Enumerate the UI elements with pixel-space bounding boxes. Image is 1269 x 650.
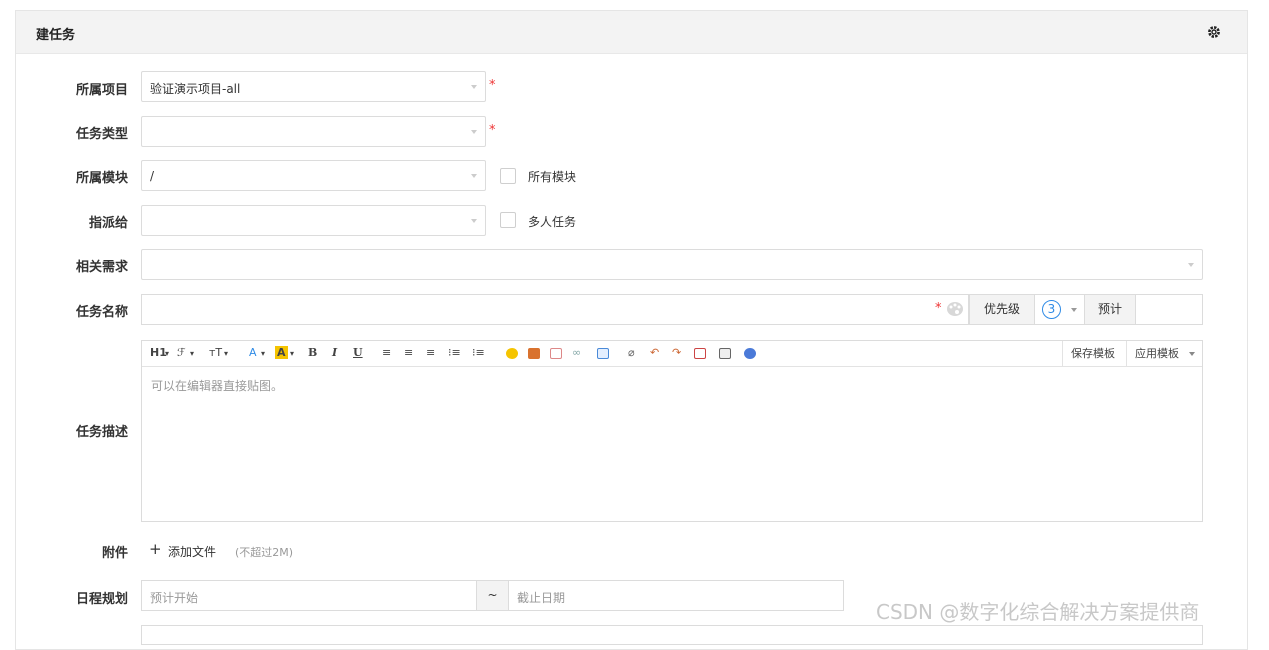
chevron-down-icon: ▾ xyxy=(224,349,229,358)
project-label: 所属项目 xyxy=(75,83,128,98)
watermark: CSDN @数字化综合解决方案提供商 xyxy=(876,600,1200,624)
chevron-down-icon xyxy=(471,85,477,89)
color-palette-icon[interactable] xyxy=(946,301,964,317)
all-modules-label: 所有模块 xyxy=(528,170,577,184)
chevron-down-icon: ▾ xyxy=(190,349,195,358)
project-select[interactable]: 验证演示项目-all xyxy=(141,71,486,102)
chevron-down-icon xyxy=(471,174,477,178)
plus-icon[interactable]: + xyxy=(149,540,162,558)
table-icon[interactable] xyxy=(597,348,609,359)
bold-button[interactable]: B xyxy=(308,346,317,359)
underline-button[interactable]: U xyxy=(353,346,363,359)
date-separator: ~ xyxy=(476,580,509,611)
create-task-panel: 建任务 所属项目 验证演示项目-all * 任务类型 * 所属模块 / 所有模块… xyxy=(15,10,1248,650)
start-date-placeholder: 预计开始 xyxy=(150,591,199,605)
save-template-button[interactable]: 保存模板 xyxy=(1062,341,1123,367)
gear-icon[interactable] xyxy=(1207,25,1221,39)
start-date-input[interactable]: 预计开始 xyxy=(141,580,477,611)
ordered-list-icon[interactable]: ⁝≡ xyxy=(448,346,461,359)
story-label: 相关需求 xyxy=(75,260,128,275)
image-icon[interactable] xyxy=(528,348,540,359)
panel-header: 建任务 xyxy=(16,11,1247,54)
story-select[interactable] xyxy=(141,249,1203,280)
module-select[interactable]: / xyxy=(141,160,486,191)
emoji-icon[interactable] xyxy=(506,348,518,359)
chevron-down-icon: ▾ xyxy=(165,349,170,358)
chevron-down-icon: ▾ xyxy=(261,349,266,358)
name-label: 任务名称 xyxy=(75,305,128,320)
project-value: 验证演示项目-all xyxy=(150,82,241,96)
file-size-hint: (不超过2M) xyxy=(235,546,294,559)
assign-select[interactable] xyxy=(141,205,486,236)
page-title: 建任务 xyxy=(36,28,76,43)
all-modules-checkbox[interactable] xyxy=(500,168,516,184)
eraser-icon[interactable]: ⌀ xyxy=(628,346,635,359)
next-field-input[interactable] xyxy=(141,625,1203,645)
files-label: 附件 xyxy=(101,546,128,561)
type-select[interactable] xyxy=(141,116,486,147)
align-left-icon[interactable]: ≡ xyxy=(382,346,391,359)
priority-select[interactable]: 3 xyxy=(1034,294,1085,325)
multi-task-label: 多人任务 xyxy=(528,215,577,229)
undo-icon[interactable]: ↶ xyxy=(650,346,659,359)
editor-toolbar: H1 ▾ ℱ ▾ тT ▾ A ▾ A ▾ B I U ≡ ≡ ≡ ⁝≡ ⁝≡ … xyxy=(142,341,1202,367)
type-label: 任务类型 xyxy=(75,127,128,142)
help-icon[interactable] xyxy=(744,348,756,359)
schedule-label: 日程规划 xyxy=(75,592,128,607)
end-date-placeholder: 截止日期 xyxy=(517,591,566,605)
font-family-button[interactable]: ℱ xyxy=(177,346,186,359)
required-mark: * xyxy=(489,123,496,138)
module-value: / xyxy=(150,169,155,183)
required-mark: * xyxy=(935,301,942,316)
end-date-input[interactable]: 截止日期 xyxy=(508,580,844,611)
link-icon[interactable]: ∞ xyxy=(572,346,581,359)
required-mark: * xyxy=(489,78,496,93)
estimate-label: 预计 xyxy=(1084,294,1136,325)
task-name-input[interactable] xyxy=(141,294,969,325)
code-icon[interactable] xyxy=(550,348,562,359)
chevron-down-icon xyxy=(471,130,477,134)
module-label: 所属模块 xyxy=(75,171,128,186)
paste-icon[interactable] xyxy=(719,348,731,359)
multi-task-checkbox[interactable] xyxy=(500,212,516,228)
align-right-icon[interactable]: ≡ xyxy=(426,346,435,359)
priority-value: 3 xyxy=(1042,300,1061,319)
chevron-down-icon xyxy=(1188,263,1194,267)
chevron-down-icon xyxy=(1071,308,1077,312)
estimate-input[interactable] xyxy=(1135,294,1203,325)
unordered-list-icon[interactable]: ⁝≡ xyxy=(472,346,485,359)
italic-button[interactable]: I xyxy=(332,346,337,359)
chevron-down-icon xyxy=(471,219,477,223)
font-size-button[interactable]: тT xyxy=(209,346,222,359)
background-color-button[interactable]: A xyxy=(275,346,288,359)
editor-placeholder: 可以在编辑器直接贴图。 xyxy=(151,379,284,393)
desc-label: 任务描述 xyxy=(75,425,128,440)
priority-label: 优先级 xyxy=(969,294,1035,325)
font-color-button[interactable]: A xyxy=(249,346,257,359)
description-editor[interactable]: H1 ▾ ℱ ▾ тT ▾ A ▾ A ▾ B I U ≡ ≡ ≡ ⁝≡ ⁝≡ … xyxy=(141,340,1203,522)
assign-label: 指派给 xyxy=(88,216,128,231)
chevron-down-icon xyxy=(1189,352,1195,356)
chevron-down-icon: ▾ xyxy=(290,349,295,358)
fullscreen-icon[interactable] xyxy=(694,348,706,359)
add-file-button[interactable]: 添加文件 xyxy=(168,543,216,560)
redo-icon[interactable]: ↷ xyxy=(672,346,681,359)
align-center-icon[interactable]: ≡ xyxy=(404,346,413,359)
